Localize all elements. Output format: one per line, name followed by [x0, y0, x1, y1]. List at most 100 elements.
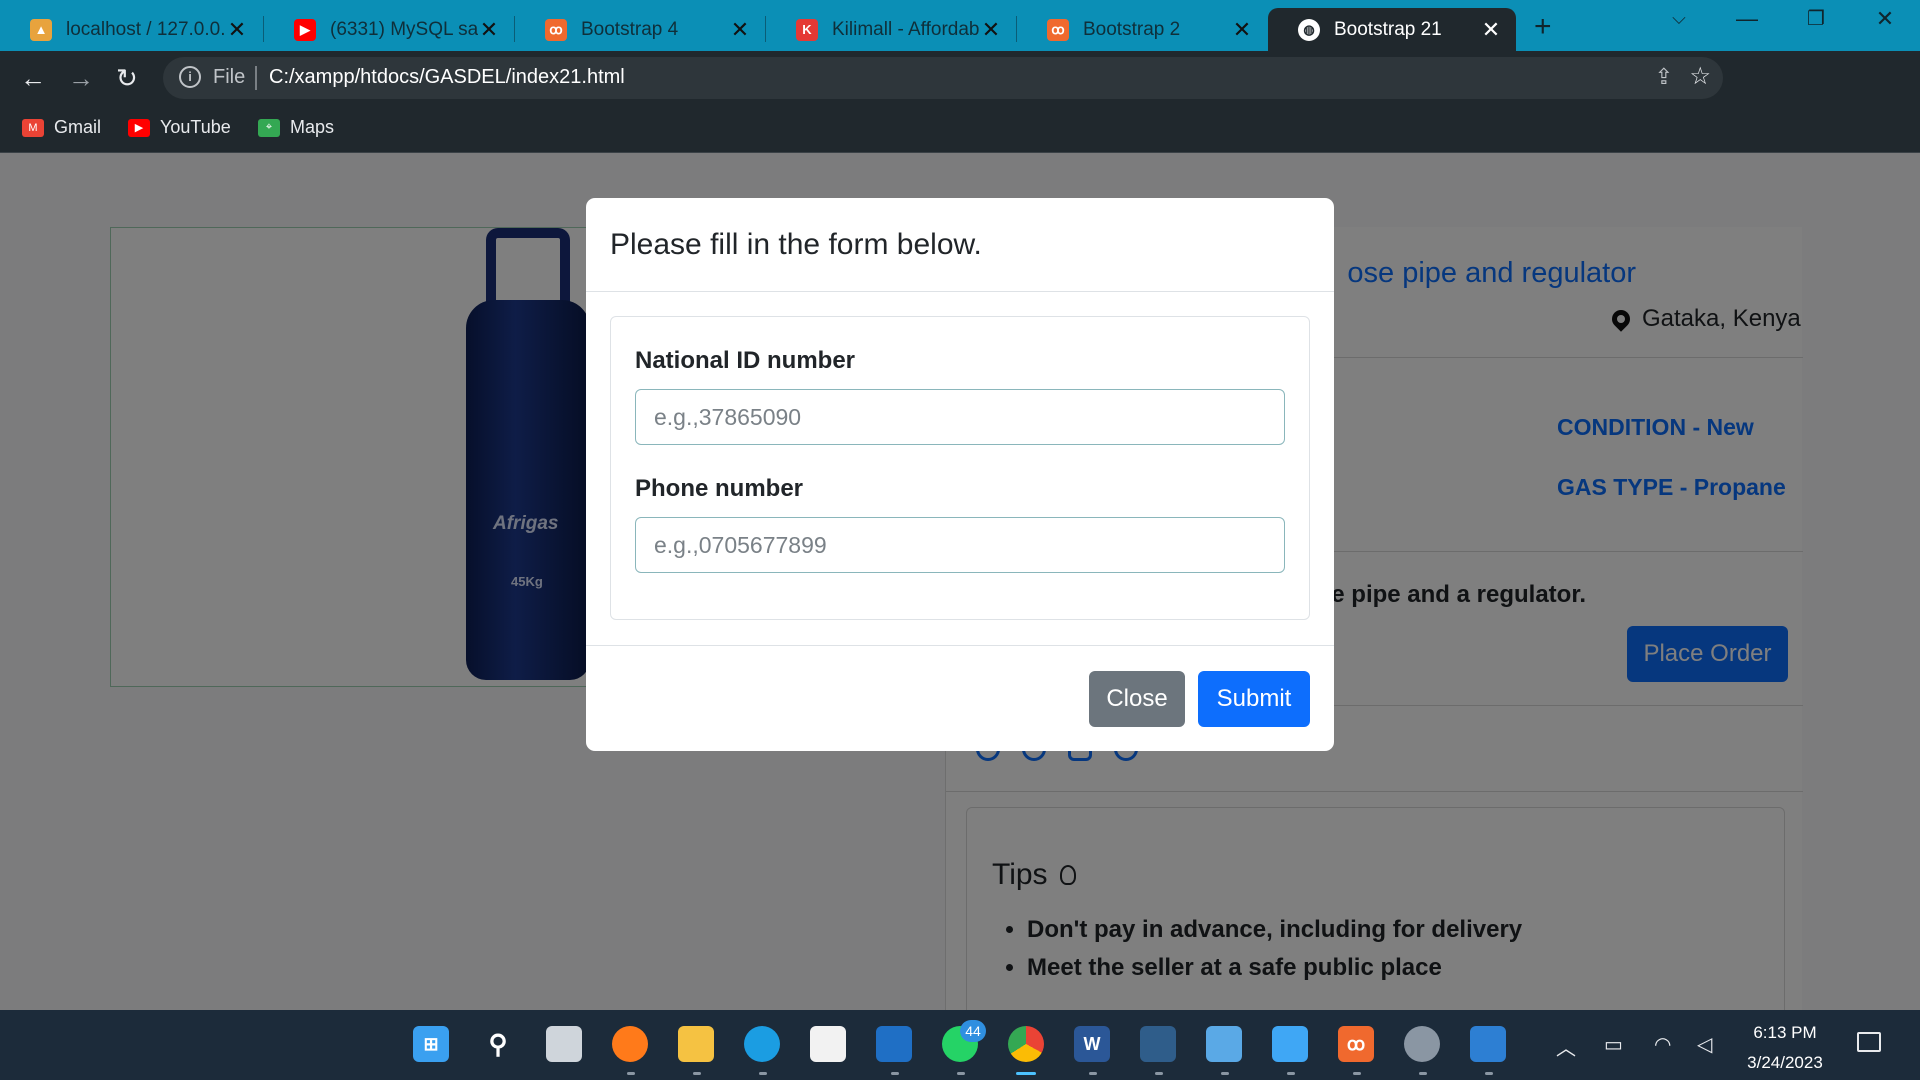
notepad-icon[interactable] — [1272, 1026, 1308, 1062]
close-icon[interactable]: ✕ — [1231, 17, 1253, 43]
tab-title: Kilimall - Affordabl — [832, 18, 980, 40]
tab-bootstrap-4[interactable]: ꝏ Bootstrap 4 ✕ — [515, 8, 765, 51]
minimize-icon[interactable]: — — [1724, 6, 1770, 32]
vscode-icon[interactable] — [876, 1026, 912, 1062]
tab-phpmyadmin[interactable]: ▲ localhost / 127.0.0. ✕ — [0, 8, 262, 51]
youtube-icon: ▶ — [294, 18, 316, 41]
bookmark-maps[interactable]: ⌖ Maps — [258, 117, 334, 138]
running-indicator — [1221, 1072, 1229, 1075]
running-indicator — [1485, 1072, 1493, 1075]
clock[interactable]: 6:13 PM 3/24/2023 — [1730, 1018, 1840, 1078]
bookmark-star-icon[interactable]: ☆ — [1689, 62, 1711, 91]
running-indicator — [891, 1072, 899, 1075]
gmail-icon: M — [22, 118, 44, 137]
forward-icon[interactable]: → — [68, 63, 94, 94]
bookmark-gmail[interactable]: M Gmail — [22, 117, 101, 138]
bookmarks-bar: M Gmail ▶ YouTube ⌖ Maps — [0, 105, 1920, 153]
running-indicator — [1287, 1072, 1295, 1075]
scheme-label: File — [213, 66, 246, 88]
notification-center-icon[interactable] — [1857, 1032, 1881, 1052]
firefox-icon[interactable] — [612, 1026, 648, 1062]
running-indicator — [1089, 1072, 1097, 1075]
edge-icon[interactable] — [744, 1026, 780, 1062]
bootstrap-icon: ꝏ — [1047, 18, 1069, 41]
modal-title: Please fill in the form below. — [610, 228, 982, 261]
running-indicator — [627, 1072, 635, 1075]
battery-icon[interactable]: ▭ — [1604, 1032, 1623, 1057]
file-explorer-icon[interactable] — [678, 1026, 714, 1062]
share-icon[interactable]: ⇪ — [1655, 64, 1673, 90]
modal-header-divider — [586, 291, 1334, 292]
national-id-input[interactable] — [635, 389, 1285, 445]
bookmark-youtube[interactable]: ▶ YouTube — [128, 117, 231, 138]
running-indicator — [693, 1072, 701, 1075]
submit-button[interactable]: Submit — [1198, 671, 1310, 727]
form-card: National ID number Phone number — [610, 316, 1310, 620]
tab-strip: ▲ localhost / 127.0.0. ✕ ▶ (6331) MySQL … — [0, 0, 1920, 51]
xampp-icon[interactable]: ꝏ — [1338, 1026, 1374, 1062]
start-icon[interactable]: ⊞ — [413, 1026, 449, 1062]
bootstrap-icon: ꝏ — [545, 18, 567, 41]
new-tab-button[interactable]: + — [1534, 10, 1552, 44]
close-icon[interactable]: ✕ — [226, 17, 248, 43]
back-icon[interactable]: ← — [20, 63, 46, 94]
running-indicator — [1353, 1072, 1361, 1075]
photos-icon[interactable] — [1470, 1026, 1506, 1062]
info-icon[interactable]: i — [179, 66, 201, 88]
bookmark-label: Maps — [290, 117, 335, 137]
chrome-icon[interactable] — [1008, 1026, 1044, 1062]
url-text[interactable]: C:/xampp/htdocs/GASDEL/index21.html — [269, 66, 625, 89]
control-panel-icon[interactable] — [1206, 1026, 1242, 1062]
tab-kilimall[interactable]: K Kilimall - Affordabl ✕ — [766, 8, 1016, 51]
word-icon[interactable]: W — [1074, 1026, 1110, 1062]
tab-search-icon[interactable]: ⌵ — [1656, 8, 1702, 29]
globe-icon: ◍ — [1298, 18, 1320, 41]
close-icon[interactable]: ✕ — [729, 17, 751, 43]
store-icon[interactable] — [810, 1026, 846, 1062]
phone-label: Phone number — [635, 475, 804, 502]
running-indicator — [957, 1072, 965, 1075]
clock-time: 6:13 PM — [1753, 1023, 1817, 1042]
close-icon[interactable]: ✕ — [1480, 17, 1502, 43]
close-icon[interactable]: ✕ — [478, 17, 500, 43]
tab-title: Bootstrap 21 — [1334, 18, 1442, 40]
tab-bootstrap-2[interactable]: ꝏ Bootstrap 2 ✕ — [1017, 8, 1267, 51]
chevron-up-icon[interactable]: ︿ — [1556, 1032, 1576, 1061]
mysql-workbench-icon[interactable] — [1140, 1026, 1176, 1062]
running-indicator — [759, 1072, 767, 1075]
settings-icon[interactable] — [1404, 1026, 1440, 1062]
phone-input[interactable] — [635, 517, 1285, 573]
close-button[interactable]: Close — [1089, 671, 1185, 727]
youtube-icon: ▶ — [128, 118, 150, 137]
tab-title: Bootstrap 2 — [1083, 18, 1181, 40]
tab-youtube[interactable]: ▶ (6331) MySQL said ✕ — [264, 8, 514, 51]
wifi-icon[interactable]: ◠ — [1654, 1032, 1671, 1057]
phpmyadmin-icon: ▲ — [30, 18, 52, 41]
maps-icon: ⌖ — [258, 118, 280, 137]
window-close-icon[interactable]: ✕ — [1862, 6, 1908, 32]
active-indicator — [1016, 1072, 1036, 1075]
tab-title: (6331) MySQL said — [330, 18, 478, 40]
notification-badge: 44 — [960, 1020, 986, 1042]
address-bar[interactable]: i File C:/xampp/htdocs/GASDEL/index21.ht… — [163, 57, 1723, 99]
close-icon[interactable]: ✕ — [980, 17, 1002, 43]
tab-title: Bootstrap 4 — [581, 18, 679, 40]
running-indicator — [1155, 1072, 1163, 1075]
tab-bootstrap-21[interactable]: ◍ Bootstrap 21 ✕ — [1268, 8, 1516, 51]
order-modal: Please fill in the form below. National … — [586, 198, 1334, 751]
national-id-label: National ID number — [635, 347, 856, 374]
bookmark-label: Gmail — [54, 117, 102, 137]
clock-date: 3/24/2023 — [1747, 1053, 1823, 1072]
kilimall-icon: K — [796, 18, 818, 41]
volume-icon[interactable]: ◁ — [1697, 1032, 1712, 1057]
tab-title: localhost / 127.0.0. — [66, 18, 226, 40]
task-view-icon[interactable] — [546, 1026, 582, 1062]
taskbar: ⊞ ⚲ 44 W ꝏ ︿ ▭ ◠ ◁ 6:13 PM 3/24/2023 — [0, 1010, 1920, 1080]
toolbar: ← → ↻ i File C:/xampp/htdocs/GASDEL/inde… — [0, 51, 1920, 145]
search-icon[interactable]: ⚲ — [480, 1026, 516, 1062]
reload-icon[interactable]: ↻ — [116, 63, 138, 94]
running-indicator — [1419, 1072, 1427, 1075]
modal-footer-divider — [586, 645, 1334, 646]
bookmark-label: YouTube — [160, 117, 231, 137]
restore-icon[interactable]: ❐ — [1793, 6, 1839, 31]
